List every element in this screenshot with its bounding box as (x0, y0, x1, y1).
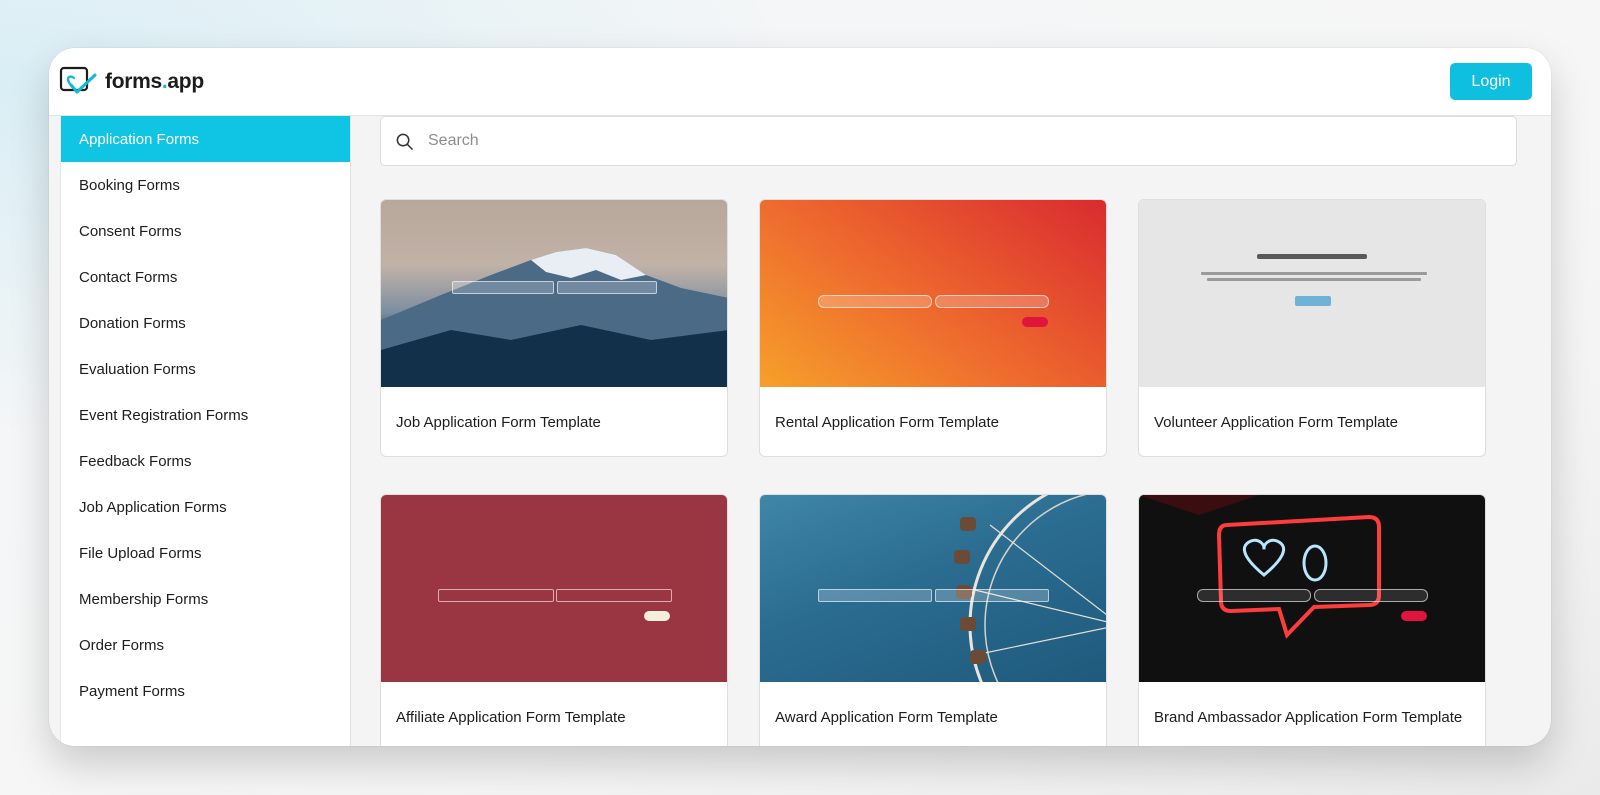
template-gallery: Job Application Form Template Rental App… (380, 116, 1517, 746)
sidebar-item-order-forms[interactable]: Order Forms (61, 622, 350, 668)
thumb-field (1314, 589, 1428, 602)
brand-name: forms.app (105, 69, 204, 93)
template-thumbnail (760, 200, 1106, 387)
template-card-job-application[interactable]: Job Application Form Template (380, 199, 728, 457)
thumb-next-button (1022, 317, 1048, 327)
login-button[interactable]: Login (1450, 63, 1532, 100)
template-thumbnail (1139, 495, 1485, 682)
thumb-field (438, 589, 554, 602)
thumb-field (818, 589, 932, 602)
template-title: Job Application Form Template (396, 413, 601, 431)
template-thumbnail (760, 495, 1106, 682)
template-card-brand-ambassador-application[interactable]: Brand Ambassador Application Form Templa… (1138, 494, 1486, 746)
template-card-affiliate-application[interactable]: Affiliate Application Form Template (380, 494, 728, 746)
sidebar-item-payment-forms[interactable]: Payment Forms (61, 668, 350, 714)
thumb-text-line (1207, 278, 1421, 281)
thumb-field (557, 281, 657, 294)
thumb-text-line (1201, 272, 1427, 275)
category-sidebar: Application Forms Booking Forms Consent … (60, 116, 351, 746)
template-title: Volunteer Application Form Template (1154, 413, 1399, 431)
search-bar[interactable] (380, 116, 1517, 166)
search-input[interactable] (428, 132, 1516, 150)
sidebar-item-donation-forms[interactable]: Donation Forms (61, 300, 350, 346)
thumb-field (556, 589, 672, 602)
thumb-field (935, 295, 1049, 308)
thumb-field (818, 295, 932, 308)
search-icon (396, 133, 413, 150)
mountain-image (381, 248, 727, 387)
thumb-field (1197, 589, 1311, 602)
template-thumbnail (381, 495, 727, 682)
template-title: Award Application Form Template (775, 708, 998, 726)
app-window: forms.app Login Application Forms Bookin… (49, 48, 1551, 746)
forms-app-logo-icon (59, 66, 97, 93)
ferris-wheel-image (954, 495, 1106, 682)
sidebar-item-evaluation-forms[interactable]: Evaluation Forms (61, 346, 350, 392)
template-title: Brand Ambassador Application Form Templa… (1154, 708, 1463, 726)
thumb-field (935, 589, 1049, 602)
thumb-next-button (1401, 611, 1427, 621)
logo[interactable]: forms.app (59, 65, 204, 99)
template-thumbnail (1139, 200, 1485, 387)
sidebar-item-booking-forms[interactable]: Booking Forms (61, 162, 350, 208)
sidebar-item-feedback-forms[interactable]: Feedback Forms (61, 438, 350, 484)
top-bar: forms.app Login (49, 48, 1551, 116)
sidebar-item-consent-forms[interactable]: Consent Forms (61, 208, 350, 254)
sidebar-item-contact-forms[interactable]: Contact Forms (61, 254, 350, 300)
sidebar-item-event-registration-forms[interactable]: Event Registration Forms (61, 392, 350, 438)
template-title: Rental Application Form Template (775, 413, 1000, 431)
sidebar-item-job-application-forms[interactable]: Job Application Forms (61, 484, 350, 530)
neon-heart-sign-image (1139, 495, 1381, 639)
thumb-heading (1257, 254, 1367, 259)
template-card-award-application[interactable]: Award Application Form Template (759, 494, 1107, 746)
template-card-volunteer-application[interactable]: Volunteer Application Form Template (1138, 199, 1486, 457)
template-title: Affiliate Application Form Template (396, 708, 626, 726)
template-thumbnail (381, 200, 727, 387)
sidebar-item-file-upload-forms[interactable]: File Upload Forms (61, 530, 350, 576)
template-card-rental-application[interactable]: Rental Application Form Template (759, 199, 1107, 457)
thumb-start-button (1295, 296, 1331, 306)
thumb-next-button (644, 611, 670, 621)
thumb-field (452, 281, 554, 294)
sidebar-item-membership-forms[interactable]: Membership Forms (61, 576, 350, 622)
sidebar-item-application-forms[interactable]: Application Forms (61, 116, 350, 162)
